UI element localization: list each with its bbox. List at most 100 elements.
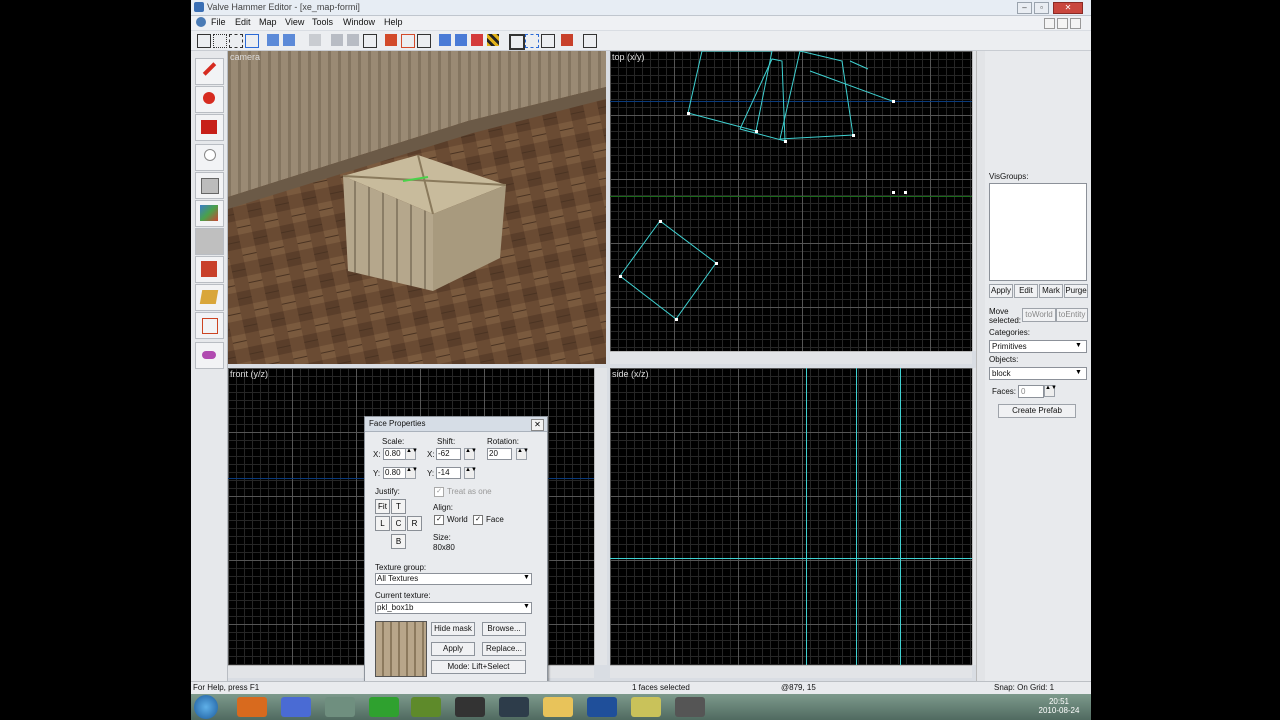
shift-x-stepper[interactable]: ▲▼: [464, 448, 477, 460]
top-viewport[interactable]: top (x/y): [610, 51, 972, 351]
replace-button[interactable]: Replace...: [482, 642, 526, 656]
browse-button[interactable]: Browse...: [482, 622, 526, 636]
decal-tool-button[interactable]: [195, 256, 224, 283]
start-button[interactable]: [194, 695, 218, 719]
taskbar-clock[interactable]: 20:51 2010-08-24: [1031, 697, 1087, 715]
menu-view[interactable]: View: [285, 17, 304, 27]
objects-select[interactable]: block: [989, 367, 1087, 380]
notes-icon[interactable]: [631, 697, 661, 717]
to-entity-button[interactable]: toEntity: [1056, 308, 1088, 322]
scale-y-stepper[interactable]: ▲▼: [405, 467, 418, 479]
apply-texture-button[interactable]: [195, 228, 224, 255]
menu-file[interactable]: File: [211, 17, 226, 27]
scale-x-field[interactable]: 0.80: [383, 448, 406, 460]
align-face-checkbox[interactable]: ✓: [473, 515, 483, 525]
shift-x-field[interactable]: -62: [436, 448, 461, 460]
copy-icon[interactable]: [347, 34, 359, 46]
current-texture-select[interactable]: pkl_box1b: [375, 602, 532, 614]
hammer-task-icon[interactable]: [587, 697, 617, 717]
menu-tools[interactable]: Tools: [312, 17, 333, 27]
menu-help[interactable]: Help: [384, 17, 403, 27]
people-icon[interactable]: [325, 697, 355, 717]
mdi-minimize-icon[interactable]: [1044, 18, 1055, 29]
close-button[interactable]: ✕: [1053, 2, 1083, 14]
treat-as-one-checkbox[interactable]: ✓: [434, 487, 444, 497]
shift-y-field[interactable]: -14: [436, 467, 461, 479]
texture-tool-button[interactable]: [195, 200, 224, 227]
mode-button[interactable]: Mode: Lift+Select: [431, 660, 526, 674]
grid-larger-icon[interactable]: [229, 34, 243, 48]
grid-icon[interactable]: [197, 34, 211, 48]
group-icon[interactable]: [401, 34, 415, 48]
load-window-state-icon[interactable]: [267, 34, 279, 46]
justify-right-button[interactable]: R: [407, 516, 422, 531]
select-box-icon[interactable]: [509, 34, 525, 50]
top-viewport-hscroll[interactable]: [610, 351, 972, 364]
create-prefab-button[interactable]: Create Prefab: [998, 404, 1076, 418]
clipping-tool-button[interactable]: [195, 284, 224, 311]
mdi-close-icon[interactable]: [1070, 18, 1081, 29]
faces-stepper[interactable]: ▲▼: [1044, 385, 1057, 397]
magnify-tool-button[interactable]: [195, 86, 224, 113]
side-viewport[interactable]: side (x/z): [610, 368, 972, 665]
entity-report-icon[interactable]: [541, 34, 555, 48]
close-icon[interactable]: ✕: [531, 419, 544, 431]
camera-viewport[interactable]: camera: [228, 51, 606, 364]
shift-y-stepper[interactable]: ▲▼: [464, 467, 477, 479]
explorer-icon[interactable]: [543, 697, 573, 717]
front-viewport-vscroll[interactable]: [594, 368, 607, 665]
minimize-button[interactable]: –: [1017, 2, 1032, 14]
media-icon[interactable]: [281, 697, 311, 717]
menu-edit[interactable]: Edit: [235, 17, 251, 27]
menu-window[interactable]: Window: [343, 17, 375, 27]
menu-map[interactable]: Map: [259, 17, 277, 27]
mdi-restore-icon[interactable]: [1057, 18, 1068, 29]
utorrent-icon[interactable]: [369, 697, 399, 717]
chevron-down-icon[interactable]: ▼: [523, 603, 530, 610]
hide-mask-button[interactable]: Hide mask: [431, 622, 475, 636]
grid-smaller-icon[interactable]: [213, 34, 227, 48]
scale-x-stepper[interactable]: ▲▼: [405, 448, 418, 460]
texture-lock-icon[interactable]: [471, 34, 483, 46]
spotify-icon[interactable]: [411, 697, 441, 717]
justify-left-button[interactable]: L: [375, 516, 390, 531]
scale-y-field[interactable]: 0.80: [383, 467, 406, 479]
ungroup-icon[interactable]: [417, 34, 431, 48]
copy-selection-icon[interactable]: [455, 34, 467, 46]
hazard-stripes-icon[interactable]: [487, 34, 499, 46]
chevron-down-icon[interactable]: ▼: [1075, 342, 1082, 349]
rotation-stepper[interactable]: ▲▼: [516, 448, 529, 460]
maximize-button[interactable]: ▫: [1034, 2, 1049, 14]
justify-center-button[interactable]: C: [391, 516, 406, 531]
chevron-down-icon[interactable]: ▼: [523, 574, 530, 581]
steam-icon[interactable]: [499, 697, 529, 717]
align-world-checkbox[interactable]: ✓: [434, 515, 444, 525]
firefox-icon[interactable]: [237, 697, 267, 717]
path-tool-button[interactable]: [195, 342, 224, 369]
save-window-state-icon[interactable]: [283, 34, 295, 46]
justify-top-button[interactable]: T: [391, 499, 406, 514]
visgroups-apply-button[interactable]: Apply: [989, 284, 1013, 298]
undo-icon[interactable]: [309, 34, 321, 46]
paste-icon[interactable]: [363, 34, 377, 48]
right-panel-scroll[interactable]: [976, 51, 985, 681]
side-viewport-hscroll[interactable]: [610, 665, 972, 678]
to-world-button[interactable]: toWorld: [1022, 308, 1056, 322]
check-problems-icon[interactable]: [583, 34, 597, 48]
apply-button[interactable]: Apply: [431, 642, 475, 656]
block-tool-button[interactable]: [195, 172, 224, 199]
categories-select[interactable]: Primitives: [989, 340, 1087, 353]
select-region-icon[interactable]: [525, 34, 539, 48]
run-map-icon[interactable]: [561, 34, 573, 46]
texture-group-select[interactable]: All Textures: [375, 573, 532, 585]
valve-icon[interactable]: [455, 697, 485, 717]
selection-tool-button[interactable]: [195, 58, 224, 85]
justify-bottom-button[interactable]: B: [391, 534, 406, 549]
rotation-field[interactable]: 20: [487, 448, 512, 460]
cut-icon[interactable]: [331, 34, 343, 46]
carve-icon[interactable]: [385, 34, 397, 46]
justify-fit-button[interactable]: Fit: [375, 499, 390, 514]
hide-selected-icon[interactable]: [439, 34, 451, 46]
chevron-down-icon[interactable]: ▼: [1075, 369, 1082, 376]
vertex-tool-button[interactable]: [195, 312, 224, 339]
